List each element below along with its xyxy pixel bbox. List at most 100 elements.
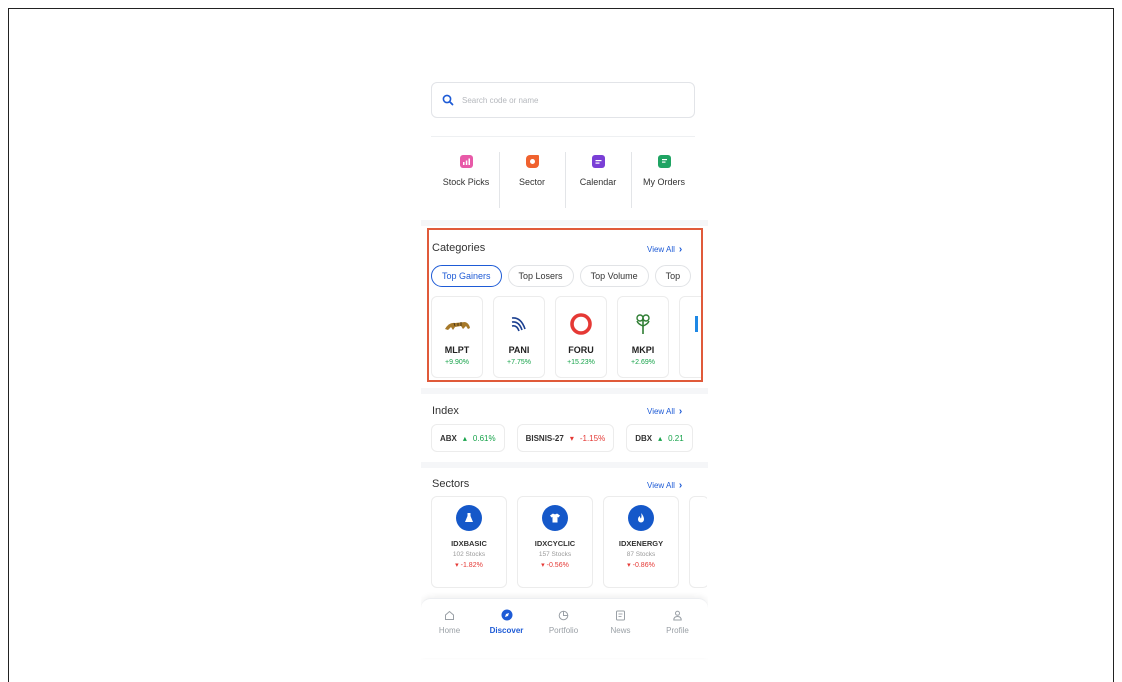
- orders-icon: [657, 155, 671, 168]
- view-all-label: View All: [647, 245, 675, 254]
- quick-my-orders[interactable]: My Orders: [631, 150, 697, 210]
- index-change: -1.15%: [579, 433, 606, 443]
- view-all-label: View All: [647, 407, 675, 416]
- view-all-label: View All: [647, 481, 675, 490]
- section-gap: [421, 388, 708, 394]
- sector-count: 87 Stocks: [626, 551, 656, 558]
- pani-logo-icon: [504, 309, 534, 339]
- chevron-right-icon: ›: [678, 480, 683, 491]
- sector-card[interactable]: IDXCYCLIC 157 Stocks ▾ -0.56%: [517, 496, 593, 588]
- quick-label: My Orders: [642, 177, 685, 187]
- sector-name: IDXBASIC: [451, 539, 487, 548]
- stock-change: +2.69%: [631, 359, 655, 366]
- nav-home[interactable]: Home: [421, 609, 478, 658]
- stock-change: +9.90%: [445, 359, 469, 366]
- nav-news[interactable]: News: [592, 609, 649, 658]
- arrow-up-icon: ▴: [462, 433, 467, 443]
- chevron-right-icon: ›: [678, 244, 683, 255]
- stock-code: PANI: [508, 345, 530, 355]
- tab-top-volume[interactable]: Top Volume: [579, 265, 649, 287]
- index-view-all[interactable]: View All ›: [647, 406, 682, 417]
- nav-label: Home: [438, 626, 461, 635]
- tab-top-gainers[interactable]: Top Gainers: [431, 265, 502, 287]
- sector-card[interactable]: IDXENERGY 87 Stocks ▾ -0.86%: [603, 496, 679, 588]
- tab-top-more[interactable]: Top: [654, 265, 692, 287]
- sector-icon: [525, 155, 539, 168]
- index-card[interactable]: ABX ▴ 0.61%: [431, 424, 505, 452]
- categories-view-all[interactable]: View All ›: [647, 244, 682, 255]
- app-screen: Stock Picks Sector Calendar My Orders Ca…: [421, 70, 708, 672]
- section-gap: [421, 462, 708, 468]
- stock-code: MKPI: [631, 345, 655, 355]
- arrow-up-icon: ▴: [658, 433, 663, 443]
- quick-menu: Stock Picks Sector Calendar My Orders: [433, 150, 697, 210]
- stock-change: +7.75%: [507, 359, 531, 366]
- arrow-down-icon: ▾: [569, 433, 574, 443]
- stock-card[interactable]: FORU +15.23%: [555, 296, 607, 378]
- search-bar[interactable]: [431, 82, 695, 118]
- flask-icon: [456, 505, 482, 531]
- stock-card[interactable]: MKPI +2.69%: [617, 296, 669, 378]
- nav-discover[interactable]: Discover: [478, 609, 535, 658]
- news-icon: [615, 609, 627, 621]
- tab-top-losers[interactable]: Top Losers: [507, 265, 574, 287]
- sector-count: 157 Stocks: [538, 551, 572, 558]
- quick-label: Sector: [518, 177, 545, 187]
- bottom-nav: Home Discover Portfolio News Profile: [421, 598, 708, 658]
- quick-calendar[interactable]: Calendar: [565, 150, 631, 210]
- category-tabs: Top Gainers Top Losers Top Volume Top: [431, 265, 701, 287]
- sector-change: ▾ -1.82%: [455, 561, 483, 569]
- stock-card[interactable]: MLPT +9.90%: [431, 296, 483, 378]
- user-icon: [672, 609, 684, 621]
- sector-count: 102 Stocks: [452, 551, 486, 558]
- sector-change: ▾ -0.86%: [627, 561, 655, 569]
- stock-picks-icon: [459, 155, 473, 168]
- nav-portfolio[interactable]: Portfolio: [535, 609, 592, 658]
- index-card[interactable]: BISNIS-27 ▾ -1.15%: [516, 424, 615, 452]
- quick-stock-picks[interactable]: Stock Picks: [433, 150, 499, 210]
- sector-change-value: -0.86%: [632, 562, 655, 569]
- mkpi-logo-icon: [628, 309, 658, 339]
- categories-title: Categories: [432, 242, 486, 254]
- chevron-right-icon: ›: [678, 406, 683, 417]
- calendar-icon: [591, 155, 605, 168]
- home-icon: [444, 609, 456, 621]
- foru-logo-icon: [566, 309, 596, 339]
- stock-list: MLPT +9.90% PANI +7.75% FORU +15.23% MKP…: [431, 296, 701, 378]
- quick-sector[interactable]: Sector: [499, 150, 565, 210]
- flame-icon: [628, 505, 654, 531]
- nav-label: Discover: [489, 626, 524, 635]
- sector-list: IDXBASIC 102 Stocks ▾ -1.82% IDXCYCLIC 1…: [431, 496, 707, 588]
- index-change: 0.21: [668, 433, 684, 443]
- nav-label: News: [610, 626, 631, 635]
- sector-name: IDXCYCLIC: [534, 539, 576, 548]
- stock-code: MLPT: [444, 345, 470, 355]
- search-input[interactable]: [462, 95, 662, 105]
- quick-label: Stock Picks: [442, 177, 490, 187]
- nav-label: Profile: [666, 626, 689, 635]
- compass-icon: [501, 609, 513, 621]
- index-list: ABX ▴ 0.61% BISNIS-27 ▾ -1.15% DBX ▴ 0.2…: [431, 424, 707, 452]
- stock-code: FORU: [568, 345, 594, 355]
- tiger-logo-icon: [442, 309, 472, 339]
- partial-logo-icon: [690, 309, 701, 339]
- search-icon: [442, 94, 454, 106]
- sector-card[interactable]: [689, 496, 707, 588]
- stock-card[interactable]: PANI +7.75%: [493, 296, 545, 378]
- pie-icon: [558, 609, 570, 621]
- index-name: BISNIS-27: [525, 433, 564, 443]
- nav-profile[interactable]: Profile: [649, 609, 706, 658]
- sector-name: IDXENERGY: [618, 539, 664, 548]
- stock-change: +15.23%: [567, 359, 595, 366]
- shirt-icon: [542, 505, 568, 531]
- sector-card[interactable]: IDXBASIC 102 Stocks ▾ -1.82%: [431, 496, 507, 588]
- sector-change-value: -1.82%: [460, 562, 483, 569]
- sectors-title: Sectors: [432, 478, 470, 490]
- sector-change-value: -0.56%: [546, 562, 569, 569]
- index-change: 0.61%: [472, 433, 496, 443]
- sectors-view-all[interactable]: View All ›: [647, 480, 682, 491]
- stock-card[interactable]: I +: [679, 296, 701, 378]
- quick-label: Calendar: [579, 177, 617, 187]
- nav-label: Portfolio: [548, 626, 579, 635]
- index-card[interactable]: DBX ▴ 0.21: [626, 424, 693, 452]
